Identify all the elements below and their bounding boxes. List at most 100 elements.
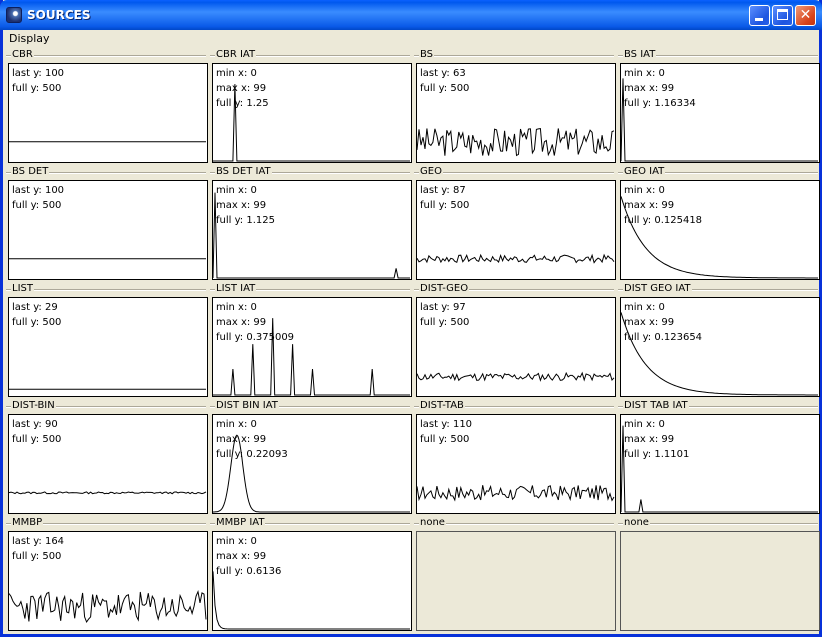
source-cell-geo-iat: GEO IAT min x: 0 max x: 99 full y: 0.125418 [618, 165, 820, 281]
plot-info-line: max x: 99 [624, 434, 675, 445]
plot-info-line: full y: 0.123654 [624, 332, 703, 343]
source-label: LIST [11, 283, 34, 295]
plot-series-line [213, 571, 410, 630]
plot-info-line: max x: 99 [216, 83, 267, 94]
plot-panel: min x: 0 max x: 99 full y: 0.123654 [620, 297, 820, 397]
plot-series-line [417, 484, 615, 502]
plot-info-line: last y: 164 [12, 536, 65, 547]
group-divider [6, 289, 206, 291]
source-cell-dist-bin-iat: DIST BIN IAT min x: 0 max x: 99 full y: 0.2… [210, 399, 412, 515]
source-cell-bs-iat: BS IAT min x: 0 max x: 99 full y: 1.16334 [618, 48, 820, 164]
maximize-button[interactable] [772, 5, 793, 26]
source-label: BS IAT [623, 49, 657, 61]
plot-info: last y: 110 full y: 500 [420, 417, 472, 447]
plot-info-line: full y: 500 [420, 83, 470, 94]
plot-info-line: min x: 0 [624, 419, 665, 430]
plot-info-line: max x: 99 [216, 434, 267, 445]
plot-panel [620, 531, 820, 631]
source-cell-mmbp-iat: MMBP IAT min x: 0 max x: 99 full y: 0.6136 [210, 516, 412, 632]
plot-info-line: last y: 97 [420, 302, 466, 313]
plot-info-line: last y: 29 [12, 302, 58, 313]
source-label: GEO IAT [623, 166, 666, 178]
group-divider [414, 172, 614, 174]
plot-info-line: max x: 99 [216, 200, 267, 211]
window-title: SOURCES [27, 8, 91, 22]
source-cell-dist-geo: DIST-GEO last y: 97 full y: 500 [414, 282, 616, 398]
plot-info-line: min x: 0 [216, 68, 257, 79]
plot-info: last y: 87 full y: 500 [420, 183, 469, 213]
plot-info-line: max x: 99 [624, 83, 675, 94]
plot-info: min x: 0 max x: 99 full y: 0.123654 [624, 300, 702, 345]
plot-info: last y: 29 full y: 500 [12, 300, 61, 330]
plot-info: min x: 0 max x: 99 full y: 0.375009 [216, 300, 294, 345]
plot-panel: last y: 100 full y: 500 [8, 180, 208, 280]
source-label: DIST TAB IAT [623, 400, 689, 412]
plot-panel: min x: 0 max x: 99 full y: 1.1101 [620, 414, 820, 514]
plot-info-line: full y: 500 [420, 317, 470, 328]
source-label: DIST-TAB [419, 400, 465, 412]
plot-info: last y: 164 full y: 500 [12, 534, 64, 564]
source-cell-bs: BS last y: 63 full y: 500 [414, 48, 616, 164]
plot-panel: min x: 0 max x: 99 full y: 0.125418 [620, 180, 820, 280]
plot-info: min x: 0 max x: 99 full y: 0.125418 [624, 183, 702, 228]
source-cell-list: LIST last y: 29 full y: 500 [6, 282, 208, 398]
plot-series-line [9, 491, 207, 495]
plot-panel: last y: 29 full y: 500 [8, 297, 208, 397]
plot-panel: min x: 0 max x: 99 full y: 1.25 [212, 63, 412, 163]
plot-series-line [417, 253, 615, 264]
plot-info: last y: 100 full y: 500 [12, 183, 64, 213]
plot-panel: last y: 97 full y: 500 [416, 297, 616, 397]
plot-panel: last y: 110 full y: 500 [416, 414, 616, 514]
minimize-button[interactable] [749, 5, 770, 26]
source-label: BS DET IAT [215, 166, 272, 178]
plot-series-line [417, 128, 615, 157]
plot-info-line: min x: 0 [216, 536, 257, 547]
source-label: BS [419, 49, 435, 61]
source-label: GEO [419, 166, 443, 178]
plot-panel: min x: 0 max x: 99 full y: 0.375009 [212, 297, 412, 397]
plot-series-line [9, 590, 207, 624]
plot-info-line: min x: 0 [624, 68, 665, 79]
plot-info: last y: 97 full y: 500 [420, 300, 469, 330]
title-bar[interactable]: SOURCES ✕ [0, 0, 822, 30]
source-cell-list-iat: LIST IAT min x: 0 max x: 99 full y: 0.37500… [210, 282, 412, 398]
source-cell-geo: GEO last y: 87 full y: 500 [414, 165, 616, 281]
menu-bar: Display [3, 30, 819, 47]
source-label: LIST IAT [215, 283, 257, 295]
plot-info: min x: 0 max x: 99 full y: 1.25 [216, 66, 269, 111]
plot-panel: min x: 0 max x: 99 full y: 1.125 [212, 180, 412, 280]
plot-panel [416, 531, 616, 631]
app-icon[interactable] [6, 7, 22, 23]
source-cell-none-18: none [414, 516, 616, 632]
plot-info-line: full y: 1.16334 [624, 98, 696, 109]
plot-info-line: full y: 0.6136 [216, 566, 282, 577]
close-button[interactable]: ✕ [795, 5, 816, 26]
source-label: DIST-GEO [419, 283, 470, 295]
plot-info: last y: 63 full y: 500 [420, 66, 469, 96]
plot-info-line: min x: 0 [216, 419, 257, 430]
plot-info-line: last y: 63 [420, 68, 466, 79]
source-cell-dist-tab-iat: DIST TAB IAT min x: 0 max x: 99 full y: 1.1… [618, 399, 820, 515]
plot-info-line: last y: 87 [420, 185, 466, 196]
plot-info-line: max x: 99 [624, 200, 675, 211]
group-divider [6, 55, 206, 57]
plot-info-line: max x: 99 [216, 317, 267, 328]
plot-info-line: last y: 110 [420, 419, 473, 430]
plot-info-line: full y: 500 [420, 434, 470, 445]
minimize-icon [755, 18, 763, 21]
source-cell-none-19: none [618, 516, 820, 632]
plot-info: min x: 0 max x: 99 full y: 1.125 [216, 183, 275, 228]
close-icon: ✕ [799, 7, 812, 23]
plot-info-line: full y: 500 [12, 317, 62, 328]
plot-info-line: min x: 0 [216, 302, 257, 313]
maximize-icon [777, 9, 788, 20]
source-cell-dist-tab: DIST-TAB last y: 110 full y: 500 [414, 399, 616, 515]
menu-display[interactable]: Display [9, 32, 50, 45]
plot-info-line: full y: 500 [12, 434, 62, 445]
plot-info-line: full y: 1.1101 [624, 449, 690, 460]
sources-window: SOURCES ✕ Display CBR last y: 100 full y: … [0, 0, 822, 637]
source-cell-mmbp: MMBP last y: 164 full y: 500 [6, 516, 208, 632]
source-label: BS DET [11, 166, 50, 178]
source-cell-cbr-iat: CBR IAT min x: 0 max x: 99 full y: 1.25 [210, 48, 412, 164]
source-label: none [623, 517, 650, 529]
